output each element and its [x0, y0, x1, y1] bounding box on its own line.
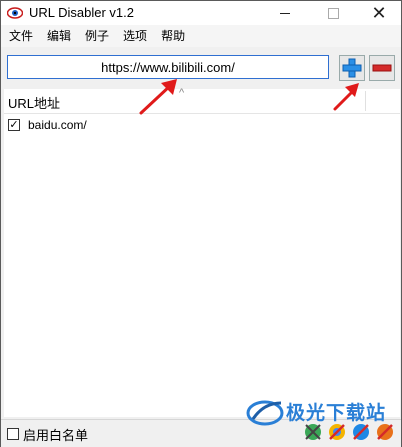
list-item[interactable]: ✓ baidu.com/ [4, 116, 400, 136]
status-icon-blocked-2 [329, 424, 345, 440]
watermark-logo-icon [246, 400, 284, 426]
watermark-text: 极光下载站 [286, 403, 387, 424]
row-url-label: baidu.com/ [28, 118, 87, 132]
maximize-icon [327, 7, 339, 19]
minimize-icon [280, 12, 290, 14]
url-list[interactable]: URL地址 ^ ✓ baidu.com/ [4, 87, 400, 417]
menu-edit[interactable]: 编辑 [41, 27, 77, 45]
close-button[interactable]: ✕ [357, 1, 401, 25]
close-icon: ✕ [371, 3, 387, 23]
window-title: URL Disabler v1.2 [29, 5, 135, 20]
maximize-button[interactable] [311, 1, 355, 25]
status-icon-blocked-1 [305, 424, 321, 440]
column-header-url[interactable]: URL地址 [8, 93, 60, 112]
status-icon-blocked-4 [377, 424, 393, 440]
menu-help[interactable]: 帮助 [155, 27, 191, 45]
menu-file[interactable]: 文件 [3, 27, 39, 45]
add-url-button[interactable] [339, 55, 365, 81]
menu-examples[interactable]: 例子 [79, 27, 115, 45]
annotation-arrow-add [333, 83, 359, 111]
whitelist-label[interactable]: 启用白名单 [23, 425, 88, 444]
status-icon-blocked-3 [353, 424, 369, 440]
menu-bar: 文件 编辑 例子 选项 帮助 [1, 25, 401, 47]
plus-icon [342, 58, 362, 78]
menu-options[interactable]: 选项 [117, 27, 153, 45]
remove-url-button[interactable] [369, 55, 395, 81]
minimize-button[interactable] [263, 1, 307, 25]
row-checkbox[interactable]: ✓ [8, 119, 20, 131]
app-window: URL Disabler v1.2 ✕ 文件 编辑 例子 选项 帮助 URL地址… [0, 0, 402, 447]
minus-icon [372, 64, 392, 72]
whitelist-checkbox[interactable] [7, 428, 19, 440]
column-separator[interactable] [365, 91, 366, 111]
app-eye-icon [7, 7, 23, 19]
title-bar[interactable]: URL Disabler v1.2 ✕ [1, 1, 401, 25]
annotation-arrow-input [139, 79, 177, 115]
